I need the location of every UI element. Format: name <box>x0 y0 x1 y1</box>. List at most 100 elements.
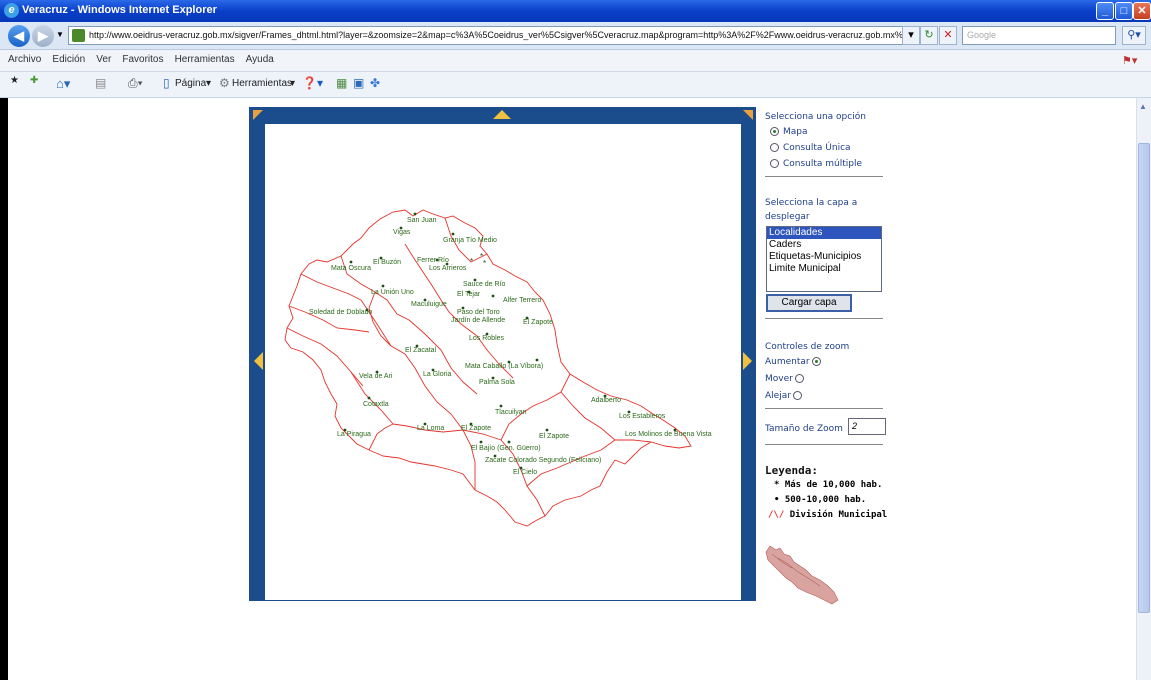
messenger-icon[interactable]: ▣ <box>353 76 364 90</box>
place-label: Sauce de Río <box>463 281 506 288</box>
menu-favoritos[interactable]: Favoritos <box>122 54 163 65</box>
option-consulta-unica-label: Consulta Única <box>783 143 851 153</box>
left-edge-bar <box>0 98 8 680</box>
layer-section-title: Selecciona la capa a desplegar <box>765 198 858 222</box>
legend-dot-icon: • <box>774 495 780 505</box>
place-label: Soledad de Doblado <box>309 309 373 316</box>
place-label: Paso del Toro <box>457 309 500 316</box>
legend-item: * Más de 10,000 hab. <box>774 480 910 490</box>
place-label: Jardín de Allende <box>451 317 505 324</box>
pan-northeast-icon[interactable] <box>743 110 753 120</box>
radio-mapa[interactable] <box>770 127 779 137</box>
place-label: Alfer Terrero <box>503 297 541 304</box>
place-label: El Buzón <box>373 259 401 266</box>
layer-option[interactable]: Etiquetas-Municipios <box>767 251 881 263</box>
zoom-section-title: Controles de zoom <box>765 342 850 352</box>
option-mapa[interactable]: Mapa <box>770 126 900 137</box>
back-button[interactable]: ◀ <box>8 25 30 47</box>
refresh-button[interactable]: ↻ <box>920 26 938 45</box>
help-icon[interactable]: ❓▾ <box>302 76 323 90</box>
add-favorite-icon[interactable]: ✚ <box>30 75 38 86</box>
tools-menu-button[interactable]: Herramientas <box>232 78 292 89</box>
layer-option[interactable]: Localidades <box>767 227 881 239</box>
legend-star-icon: * <box>774 480 780 490</box>
radio-aumentar[interactable] <box>812 357 822 367</box>
address-bar[interactable]: http://www.oeidrus-veracruz.gob.mx/sigve… <box>68 26 918 45</box>
research-icon[interactable]: ▦ <box>336 76 347 90</box>
zoom-size-input[interactable]: 2 <box>848 418 886 435</box>
print-icon[interactable]: ⎙▾ <box>128 76 143 91</box>
place-label: Adalberto <box>591 397 621 404</box>
search-input[interactable]: Google <box>962 26 1116 45</box>
scrollbar-thumb[interactable] <box>1138 143 1150 613</box>
place-label: Vela de Ari <box>359 373 393 380</box>
page-menu-icon: ▯ <box>163 76 170 90</box>
page-menu-button[interactable]: Página <box>175 78 206 89</box>
layer-listbox[interactable]: Localidades Caders Etiquetas-Municipios … <box>766 226 882 292</box>
tools-menu-chevron-icon: ▾ <box>290 78 296 89</box>
maximize-button[interactable]: □ <box>1115 2 1133 20</box>
page-menu-chevron-icon: ▾ <box>206 78 212 89</box>
toolbar-extension-icon[interactable]: ⚑▾ <box>1122 54 1137 67</box>
place-label: La Unión Uno <box>371 289 414 296</box>
history-dropdown-icon[interactable]: ▼ <box>56 30 64 39</box>
place-label: Los Robles <box>469 335 505 342</box>
zoom-mover[interactable]: Mover <box>765 373 895 384</box>
radio-consulta-multiple[interactable] <box>770 159 779 169</box>
radio-alejar[interactable] <box>793 391 803 401</box>
radio-mover[interactable] <box>795 374 805 384</box>
stop-button[interactable]: ✕ <box>939 26 957 45</box>
place-label: Mata Caballo (La Víbora) <box>465 363 543 370</box>
place-label: Granja Tío Medio <box>443 237 497 244</box>
place-label: Cotaxtla <box>363 401 389 408</box>
scroll-up-icon[interactable]: ▲ <box>1139 102 1147 111</box>
place-label: La Gloria <box>423 371 452 378</box>
zoom-aumentar[interactable]: Aumentar <box>765 356 895 367</box>
place-label: Los Estableros <box>619 413 666 420</box>
feeds-icon[interactable]: ▤ <box>95 76 106 90</box>
search-icon[interactable]: ⚲▾ <box>1122 26 1146 45</box>
place-label: La Loma <box>417 425 444 432</box>
bluetooth-icon[interactable]: ✤ <box>370 76 380 90</box>
vertical-scrollbar[interactable]: ▲ <box>1136 98 1151 680</box>
forward-button[interactable]: ▶ <box>32 25 54 47</box>
address-toolbar: ◀ ▶ ▼ http://www.oeidrus-veracruz.gob.mx… <box>0 22 1151 50</box>
home-icon[interactable]: ⌂▾ <box>56 76 70 92</box>
zoom-size-label: Tamaño de Zoom <box>765 424 843 434</box>
place-label: Ferrer Río <box>417 257 449 264</box>
command-bar: ★ ✚ ⌂▾ ▤ ⎙▾ ▯ Página ▾ ⚙ Herramientas ▾ … <box>0 72 1151 98</box>
divider <box>765 318 883 319</box>
pan-northwest-icon[interactable] <box>253 110 263 120</box>
address-dropdown-icon[interactable]: ▾ <box>902 26 920 45</box>
map-canvas[interactable]: San Juan Vigas Granja Tío Medio Mata Osc… <box>265 124 741 600</box>
menu-ver[interactable]: Ver <box>96 54 111 65</box>
layer-option[interactable]: Limite Municipal <box>767 263 881 275</box>
menu-ayuda[interactable]: Ayuda <box>246 54 274 65</box>
close-button[interactable]: ✕ <box>1133 2 1151 20</box>
pan-east-icon[interactable] <box>743 352 752 370</box>
place-label: El Zapote <box>461 425 491 432</box>
pan-north-icon[interactable] <box>493 110 511 119</box>
load-layer-button[interactable]: Cargar capa <box>766 294 852 312</box>
option-consulta-unica[interactable]: Consulta Única <box>770 142 900 153</box>
pan-west-icon[interactable] <box>254 352 263 370</box>
menu-herramientas[interactable]: Herramientas <box>175 54 235 65</box>
menu-edicion[interactable]: Edición <box>52 54 85 65</box>
menu-archivo[interactable]: Archivo <box>8 54 41 65</box>
favorites-star-icon[interactable]: ★ <box>10 75 19 86</box>
option-mapa-label: Mapa <box>783 127 808 137</box>
zoom-alejar[interactable]: Alejar <box>765 390 895 401</box>
place-label: Los Molinos de Buena Vista <box>625 431 712 438</box>
legend-item: • 500-10,000 hab. <box>774 495 910 505</box>
menu-bar: Archivo Edición Ver Favoritos Herramient… <box>0 50 1151 72</box>
radio-consulta-unica[interactable] <box>770 143 779 153</box>
svg-text:*: * <box>483 259 486 268</box>
option-consulta-multiple[interactable]: Consulta múltiple <box>770 158 900 169</box>
place-label: Vigas <box>393 229 411 236</box>
minimize-button[interactable]: _ <box>1096 2 1114 20</box>
legend-label: División Municipal <box>789 510 888 520</box>
place-label: La Piragua <box>337 431 371 438</box>
layer-option[interactable]: Caders <box>767 239 881 251</box>
zoom-alejar-label: Alejar <box>765 391 791 401</box>
veracruz-state-silhouette-icon <box>765 545 839 605</box>
